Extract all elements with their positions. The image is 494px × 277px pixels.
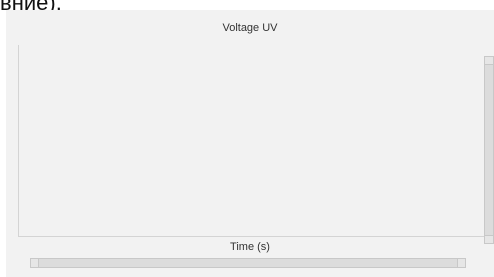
chart-title: Voltage UV [222, 22, 278, 34]
vertical-scrollbar[interactable] [484, 56, 494, 244]
vertical-scrollbar-top-cap[interactable] [485, 57, 493, 65]
chart-panel: Voltage UV Time (s) [6, 10, 494, 277]
vertical-scrollbar-bottom-cap[interactable] [485, 235, 493, 243]
horizontal-scrollbar-left-cap[interactable] [31, 259, 39, 267]
plot-area [18, 45, 485, 237]
x-axis-label: Time (s) [230, 241, 270, 253]
horizontal-scrollbar[interactable] [30, 258, 466, 268]
horizontal-scrollbar-right-cap[interactable] [457, 259, 465, 267]
